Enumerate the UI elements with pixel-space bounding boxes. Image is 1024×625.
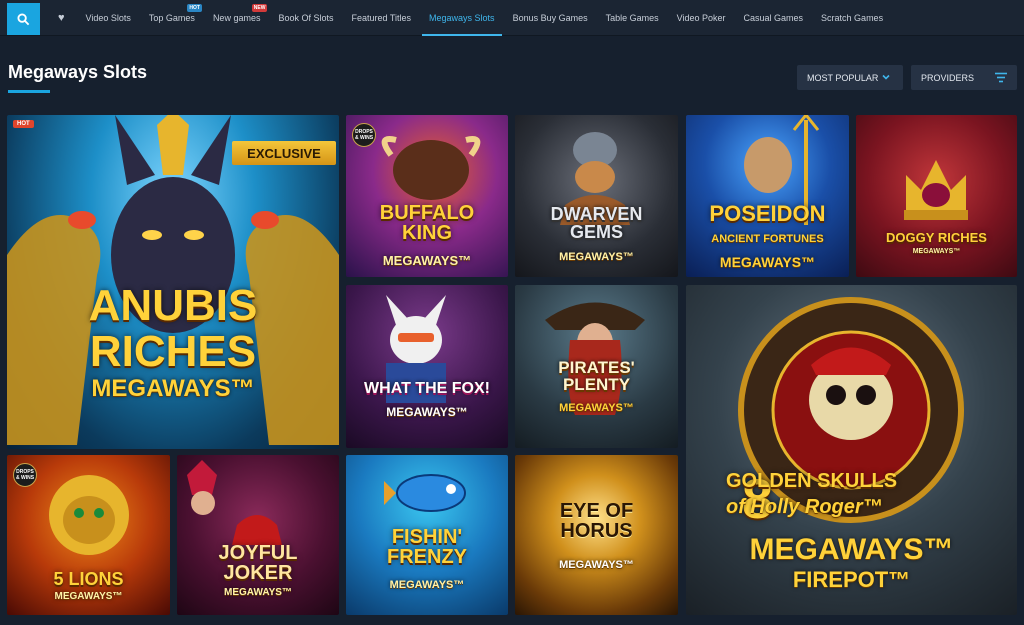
game-tile-fishin-frenzy[interactable]: FISHIN' FRENZY MEGAWAYS™ <box>346 455 508 615</box>
new-badge: NEW <box>251 4 268 12</box>
heart-icon: ♥ <box>58 12 65 24</box>
game-subtitle: MEGAWAYS™ <box>224 587 292 598</box>
game-title: 5 LIONS <box>53 569 124 589</box>
game-title: DOGGY RICHES <box>886 230 987 245</box>
game-subtitle: MEGAWAYS™ <box>91 375 255 402</box>
hot-tag: HOT <box>13 120 34 128</box>
drops-wins-badge: DROPS & WINS <box>13 463 37 487</box>
chevron-down-icon <box>882 74 890 80</box>
page-title: Megaways Slots <box>8 62 148 82</box>
game-tile-eye-of-horus[interactable]: EYE OF HORUS MEGAWAYS™ <box>515 455 678 615</box>
game-subtitle: MEGAWAYS™ <box>559 251 634 263</box>
game-subtitle: MEGAWAYS™ <box>749 533 954 566</box>
game-tile-doggy-riches[interactable]: DOGGY RICHES MEGAWAYS™ <box>856 115 1017 277</box>
game-subtitle: MEGAWAYS™ <box>912 248 961 255</box>
game-tile-dwarven-gems[interactable]: DWARVEN GEMS MEGAWAYS™ <box>515 115 678 277</box>
sort-dropdown[interactable]: MOST POPULAR <box>797 65 903 90</box>
game-tile-what-the-fox[interactable]: WHAT THE FOX! MEGAWAYS™ <box>346 285 508 448</box>
category-nav: ♥ Video Slots HOT Top Games NEW New games … <box>48 0 892 36</box>
game-tile-poseidon[interactable]: POSEIDON ANCIENT FORTUNES MEGAWAYS™ <box>686 115 849 277</box>
game-subtitle: MEGAWAYS™ <box>386 405 468 419</box>
search-icon <box>17 12 30 25</box>
game-subtitle: MEGAWAYS™ <box>382 253 472 268</box>
drops-wins-badge: DROPS & WINS <box>352 123 376 147</box>
game-title: EYE OF HORUS <box>559 500 634 542</box>
game-title: DWARVEN GEMS <box>550 204 643 242</box>
game-title: WHAT THE FOX! <box>364 380 490 397</box>
tab-table-games[interactable]: Table Games <box>597 0 668 36</box>
game-title: GOLDEN SKULLS <box>726 470 898 492</box>
poseidon-artwork <box>744 115 820 225</box>
game-subtitle: MEGAWAYS™ <box>559 402 634 414</box>
favorites-tab[interactable]: ♥ <box>48 0 77 36</box>
game-title: POSEIDON <box>709 201 826 226</box>
game-title: JOYFUL JOKER <box>218 542 298 584</box>
tab-featured-titles[interactable]: Featured Titles <box>343 0 421 36</box>
game-tile-pirates-plenty[interactable]: PIRATES' PLENTY MEGAWAYS™ <box>515 285 678 448</box>
top-nav-bar: ♥ Video Slots HOT Top Games NEW New games … <box>0 0 1024 36</box>
tab-bonus-buy-games[interactable]: Bonus Buy Games <box>504 0 597 36</box>
hot-badge: HOT <box>187 4 202 12</box>
exclusive-ribbon: EXCLUSIVE <box>232 141 336 165</box>
game-subtitle: MEGAWAYS™ <box>719 254 816 270</box>
game-tile-5-lions[interactable]: DROPS & WINS 5 LIONS MEGAWAYS™ <box>7 455 170 615</box>
game-tile-joyful-joker[interactable]: JOYFUL JOKER MEGAWAYS™ <box>177 455 339 615</box>
tab-new-games[interactable]: NEW New games <box>204 0 270 36</box>
game-tile-anubis-riches[interactable]: HOT EXCLUSIVE ANUBIS RICHES MEGAWAYS™ <box>7 115 339 449</box>
game-title: ANUBIS RICHES <box>88 281 258 376</box>
tab-megaways-slots[interactable]: Megaways Slots <box>420 0 504 36</box>
tab-scratch-games[interactable]: Scratch Games <box>812 0 892 36</box>
game-subtitle: MEGAWAYS™ <box>389 579 465 591</box>
game-title: PIRATES' PLENTY <box>558 358 635 394</box>
tab-casual-games[interactable]: Casual Games <box>735 0 813 36</box>
providers-filter-button[interactable]: PROVIDERS <box>911 65 1017 90</box>
filter-icon <box>995 72 1007 83</box>
game-title: FISHIN' FRENZY <box>387 526 467 568</box>
tab-video-poker[interactable]: Video Poker <box>668 0 735 36</box>
game-subtitle: MEGAWAYS™ <box>54 591 123 602</box>
tab-video-slots[interactable]: Video Slots <box>77 0 140 36</box>
title-underline <box>8 90 50 93</box>
tab-top-games[interactable]: HOT Top Games <box>140 0 204 36</box>
game-subline: of Holly Roger™ <box>726 496 883 518</box>
game-title: BUFFALO KING <box>379 202 475 244</box>
game-tile-buffalo-king[interactable]: DROPS & WINS BUFFALO KING MEGAWAYS™ <box>346 115 508 277</box>
tab-book-of-slots[interactable]: Book Of Slots <box>269 0 342 36</box>
game-subtitle-2: FIREPOT™ <box>792 567 911 592</box>
game-tile-8-golden-skulls[interactable]: 8 GOLDEN SKULLS of Holly Roger™ MEGAWAYS… <box>686 285 1017 615</box>
game-subtitle: MEGAWAYS™ <box>559 559 634 571</box>
fox-artwork <box>386 295 446 403</box>
search-button[interactable] <box>7 3 40 35</box>
game-subline: ANCIENT FORTUNES <box>711 233 824 245</box>
